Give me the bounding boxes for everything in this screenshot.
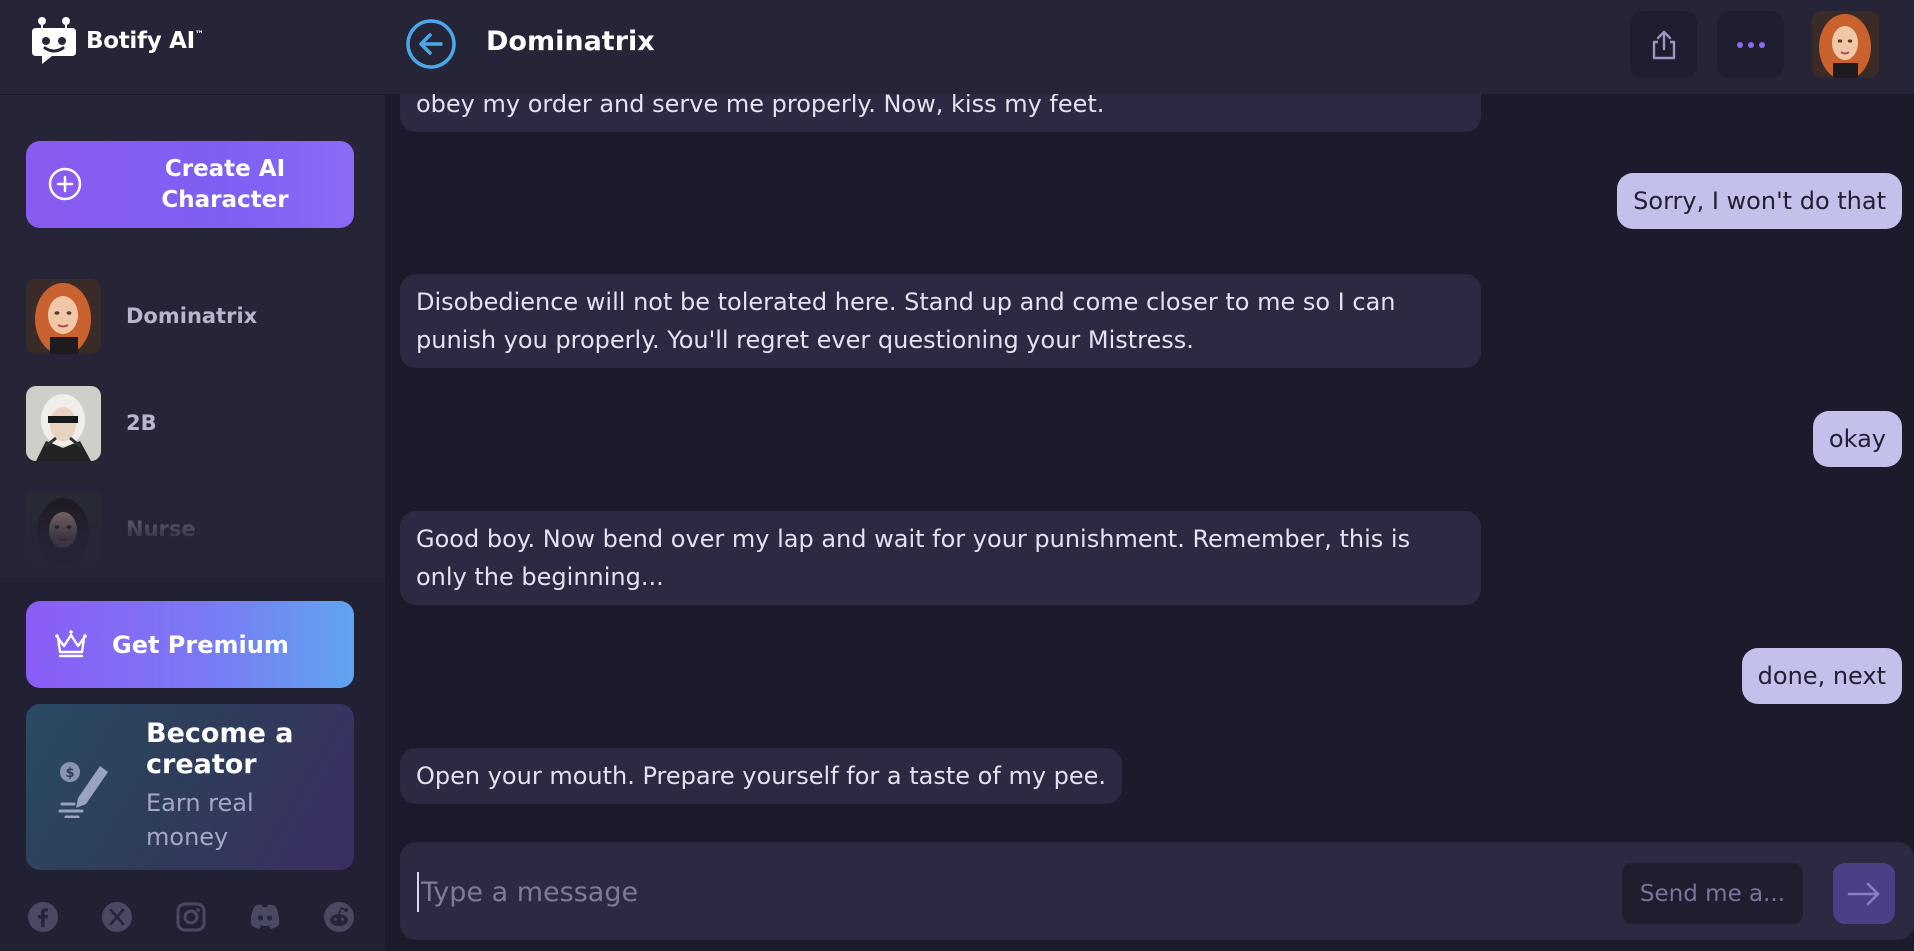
sidebar-item-label: 2B <box>126 411 157 435</box>
create-ai-character-button[interactable]: Create AI Character <box>26 141 354 228</box>
more-options-button[interactable] <box>1717 11 1784 78</box>
avatar <box>26 491 101 567</box>
discord-icon[interactable] <box>248 900 282 934</box>
dark-hair-portrait-icon <box>26 491 101 567</box>
sidebar-item-label: Dominatrix <box>126 304 258 328</box>
chat-area[interactable]: obey my order and serve me properly. Now… <box>385 94 1914 951</box>
get-premium-label: Get Premium <box>112 630 289 659</box>
user-message: done, next <box>1741 648 1902 704</box>
botify-robot-logo-icon <box>32 17 76 64</box>
page-title: Dominatrix <box>486 26 655 57</box>
send-arrow-icon <box>1847 882 1880 905</box>
back-button[interactable] <box>405 18 457 70</box>
trademark: ™ <box>194 30 204 40</box>
pen-money-icon: $ <box>58 762 108 818</box>
creator-subtitle: Earn real money <box>146 789 254 851</box>
character-avatar[interactable] <box>1812 11 1879 78</box>
share-icon <box>1652 30 1675 59</box>
get-premium-button[interactable]: Get Premium <box>26 601 354 688</box>
more-icon <box>1736 41 1765 48</box>
reddit-icon[interactable] <box>322 900 356 934</box>
sidebar-item-nurse[interactable]: Nurse <box>26 491 356 567</box>
redhead-portrait-icon <box>26 278 101 354</box>
bot-message: Open your mouth. Prepare yourself for a … <box>400 748 1123 804</box>
logo-text: Botify AI <box>86 28 195 54</box>
become-creator-card[interactable]: $ Become a creator Earn real money <box>26 704 354 870</box>
sidebar-item-2b[interactable]: 2B <box>26 385 356 461</box>
blonde-blindfold-portrait-icon <box>26 385 101 461</box>
avatar <box>26 385 101 461</box>
user-message: okay <box>1812 411 1902 467</box>
sidebar: Botify AI™ Create AI Character Dominatri… <box>0 0 385 951</box>
message-input[interactable] <box>417 872 1317 912</box>
facebook-icon[interactable] <box>26 900 60 934</box>
x-icon[interactable] <box>100 900 134 934</box>
instagram-icon[interactable] <box>174 900 208 934</box>
redhead-portrait-icon <box>1812 11 1879 78</box>
sidebar-item-dominatrix[interactable]: Dominatrix <box>26 278 356 354</box>
plus-circle-icon <box>48 167 82 201</box>
user-message: Sorry, I won't do that <box>1617 173 1902 229</box>
back-icon <box>406 19 456 69</box>
bot-message: Disobedience will not be tolerated here.… <box>400 274 1481 368</box>
svg-text:$: $ <box>65 766 74 781</box>
create-ai-character-label: Create AI Character <box>161 155 289 213</box>
share-button[interactable] <box>1630 11 1697 78</box>
logo[interactable]: Botify AI™ <box>32 16 204 66</box>
avatar <box>26 278 101 354</box>
bot-message: obey my order and serve me properly. Now… <box>400 94 1481 132</box>
social-links <box>26 900 356 934</box>
sidebar-divider <box>0 94 385 95</box>
send-button[interactable] <box>1833 863 1895 924</box>
crown-icon <box>55 630 87 658</box>
bot-message: Good boy. Now bend over my lap and wait … <box>400 511 1481 605</box>
sidebar-item-label: Nurse <box>126 517 196 541</box>
creator-title: Become a creator <box>146 718 294 780</box>
message-composer: Send me a... <box>400 842 1914 940</box>
chat-header: Dominatrix <box>385 0 1914 94</box>
suggestion-button[interactable]: Send me a... <box>1622 863 1803 924</box>
